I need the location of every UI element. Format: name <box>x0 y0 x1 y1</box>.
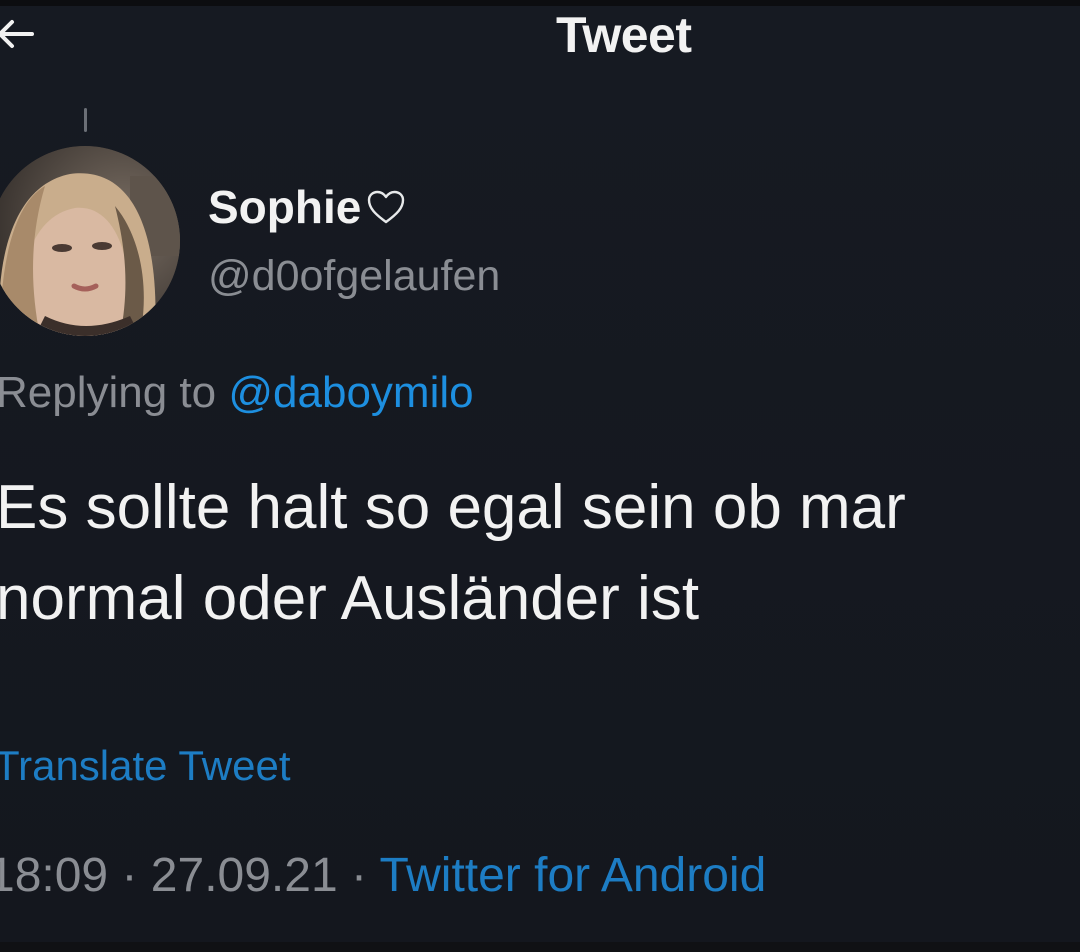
replying-prefix: Replying to <box>0 368 217 417</box>
tweet-text-line-1: Es sollte halt so egal sein ob mar <box>0 473 906 542</box>
avatar[interactable] <box>0 146 180 336</box>
tweet-detail-screen: Tweet Sophie @d0ofgelaufen Replying to @… <box>0 0 1080 952</box>
meta-separator: · <box>121 849 138 902</box>
avatar-photo <box>0 146 180 336</box>
bottom-edge <box>0 942 1080 952</box>
thread-connector-line <box>84 108 87 132</box>
author-name-text: Sophie <box>208 181 362 233</box>
translate-tweet-link[interactable]: Translate Tweet <box>0 742 290 790</box>
page-title: Tweet <box>556 7 692 63</box>
top-edge <box>0 0 1080 6</box>
tweet-text-line-2: normal oder Ausländer ist <box>0 564 700 633</box>
back-button[interactable] <box>0 14 42 54</box>
tweet-date: 27.09.21 <box>150 849 338 902</box>
tweet-metadata: 18:09 · 27.09.21 · Twitter for Android <box>0 848 766 903</box>
tweet-time: 18:09 <box>0 849 109 902</box>
tweet-text: Es sollte halt so egal sein ob mar norma… <box>0 462 1080 644</box>
heart-outline-icon <box>368 190 405 224</box>
tweet-source-link[interactable]: Twitter for Android <box>379 849 766 902</box>
replying-to-line: Replying to @daboymilo <box>0 368 474 418</box>
arrow-left-icon <box>0 20 34 48</box>
meta-separator: · <box>350 849 367 902</box>
author-handle[interactable]: @d0ofgelaufen <box>208 252 500 301</box>
reply-mention-link[interactable]: @daboymilo <box>228 368 473 417</box>
author-name[interactable]: Sophie <box>208 180 407 234</box>
